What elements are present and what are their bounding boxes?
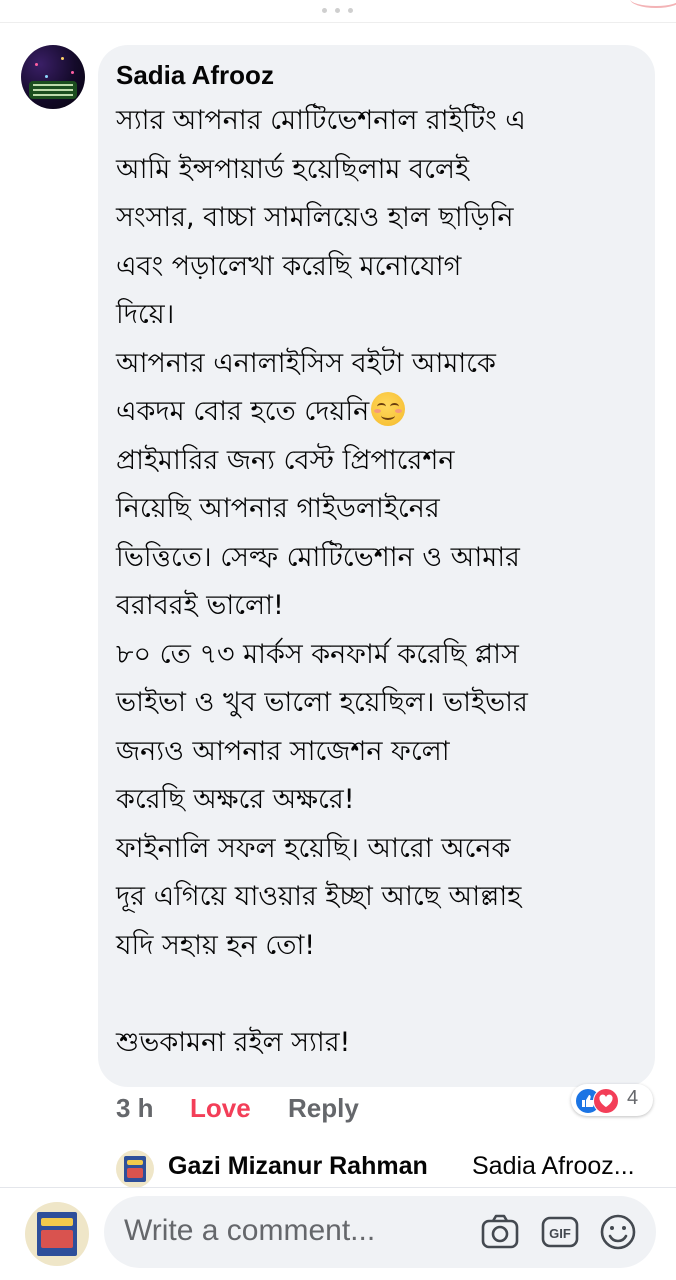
comment-line: যদি সহায় হন তো! — [116, 929, 316, 961]
svg-text:GIF: GIF — [549, 1226, 571, 1241]
comment-line-text: একদম বোর হতে দেয়নি — [116, 396, 370, 427]
reaction-count: 4 — [627, 1087, 639, 1109]
comment-text: স্যার আপনার মোটিভেশনাল রাইটিং এ আমি ইন্স… — [116, 97, 646, 1067]
comment-line: ফাইনালি সফল হয়েছি। আরো অনেক — [116, 832, 511, 864]
comment-timestamp[interactable]: 3 h — [116, 1093, 154, 1124]
reply-button[interactable]: Reply — [288, 1093, 359, 1124]
comment-input-placeholder: Write a comment... — [124, 1214, 376, 1247]
comment-blank-line — [116, 970, 646, 1019]
love-reaction-button[interactable]: Love — [190, 1093, 251, 1124]
camera-icon[interactable] — [480, 1213, 520, 1255]
comment-line: জন্যও আপনার সাজেশন ফলো — [116, 735, 450, 767]
gif-icon[interactable]: GIF — [540, 1213, 580, 1255]
comment-line: ৮০ তে ৭৩ মার্কস কনফার্ম করেছি প্লাস — [116, 638, 519, 670]
top-strip — [0, 0, 676, 23]
reaction-summary[interactable]: 4 — [571, 1084, 653, 1116]
love-icon — [593, 1088, 619, 1114]
comment-line: দূর এগিয়ে যাওয়ার ইচ্ছা আছে আল্লাহ — [116, 881, 522, 912]
comment-line: প্রাইমারির জন্য বেস্ট প্রিপারেশন — [116, 444, 455, 476]
reply-snippet[interactable]: Sadia Afrooz... — [472, 1152, 635, 1181]
comment-line: ভিত্তিতে। সেল্ফ মোটিভেশান ও আমার — [116, 541, 520, 573]
emoji-icon[interactable] — [598, 1213, 638, 1255]
divider — [0, 1187, 676, 1188]
comment-line: সংসার, বাচ্চা সামলিয়েও হাল ছাড়িনি — [116, 202, 514, 233]
comment-line: শুভকামনা রইল স্যার! — [116, 1026, 351, 1058]
reaction-hint-icon — [630, 0, 676, 8]
comment-line: স্যার আপনার মোটিভেশনাল রাইটিং এ — [116, 105, 526, 136]
reply-author[interactable]: Gazi Mizanur Rahman — [168, 1152, 428, 1181]
comment-input[interactable]: Write a comment... GIF — [104, 1196, 656, 1268]
comment-line: করেছি অক্ষরে অক্ষরে! — [116, 784, 355, 815]
comment-line: আমি ইন্সপায়ার্ড হয়েছিলাম বলেই — [116, 153, 470, 185]
comment-line: নিয়েছি আপনার গাইডলাইনের — [116, 493, 440, 524]
comment-line: ভাইভা ও খুব ভালো হয়েছিল। ভাইভার — [116, 687, 528, 718]
comment-line: এবং পড়ালেখা করেছি মনোযোগ — [116, 250, 462, 282]
loading-dots — [322, 8, 354, 14]
avatar-gazi-mizanur-rahman[interactable] — [116, 1150, 154, 1188]
comment-author[interactable]: Sadia Afrooz — [116, 60, 274, 91]
composer-avatar — [25, 1202, 89, 1266]
avatar-sadia-afrooz[interactable] — [21, 45, 85, 109]
smiling-face-icon — [371, 392, 406, 426]
comment-line: দিয়ে। — [116, 299, 175, 330]
comment-line: বরাবরই ভালো! — [116, 590, 284, 621]
reply-preview[interactable]: Gazi Mizanur Rahman Sadia Afrooz... — [116, 1148, 656, 1188]
comment-line: আপনার এনালাইসিস বইটা আমাকে — [116, 347, 496, 379]
comment-line-with-emoji: একদম বোর হতে দেয়নি — [116, 388, 646, 437]
